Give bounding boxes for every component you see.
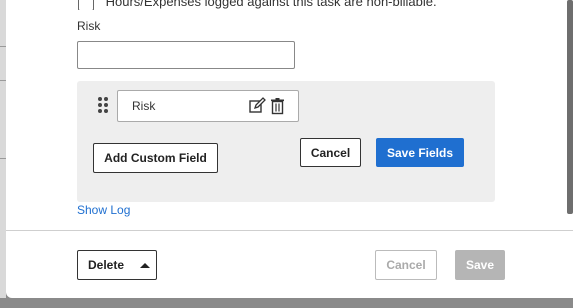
custom-fields-panel: Risk Add Custom Field Cancel Save Fields — [77, 81, 495, 202]
trash-icon[interactable] — [269, 97, 287, 115]
delete-menu-toggle[interactable] — [134, 250, 157, 280]
custom-field-label: Risk — [132, 99, 156, 113]
custom-field-item: Risk — [117, 90, 299, 122]
non-billable-checkbox[interactable] — [78, 0, 94, 10]
dialog-scrollbar[interactable] — [567, 0, 573, 214]
non-billable-option[interactable]: Hours/Expenses logged against this task … — [78, 0, 437, 10]
footer-save-button[interactable]: Save — [455, 250, 505, 280]
custom-fields-cancel-button[interactable]: Cancel — [300, 138, 361, 167]
edit-icon[interactable] — [248, 97, 266, 115]
footer-divider — [6, 230, 573, 231]
edit-task-dialog: Hours/Expenses logged against this task … — [6, 0, 573, 298]
non-billable-label: Hours/Expenses logged against this task … — [105, 0, 437, 9]
show-log-link[interactable]: Show Log — [77, 203, 130, 217]
delete-button[interactable]: Delete — [77, 250, 135, 280]
risk-input[interactable] — [77, 41, 295, 69]
add-custom-field-button[interactable]: Add Custom Field — [93, 143, 218, 173]
caret-up-icon — [140, 262, 150, 268]
save-fields-button[interactable]: Save Fields — [376, 138, 464, 167]
risk-field-label: Risk — [77, 19, 101, 33]
footer-cancel-button[interactable]: Cancel — [375, 250, 437, 280]
drag-handle-icon[interactable] — [98, 97, 108, 113]
